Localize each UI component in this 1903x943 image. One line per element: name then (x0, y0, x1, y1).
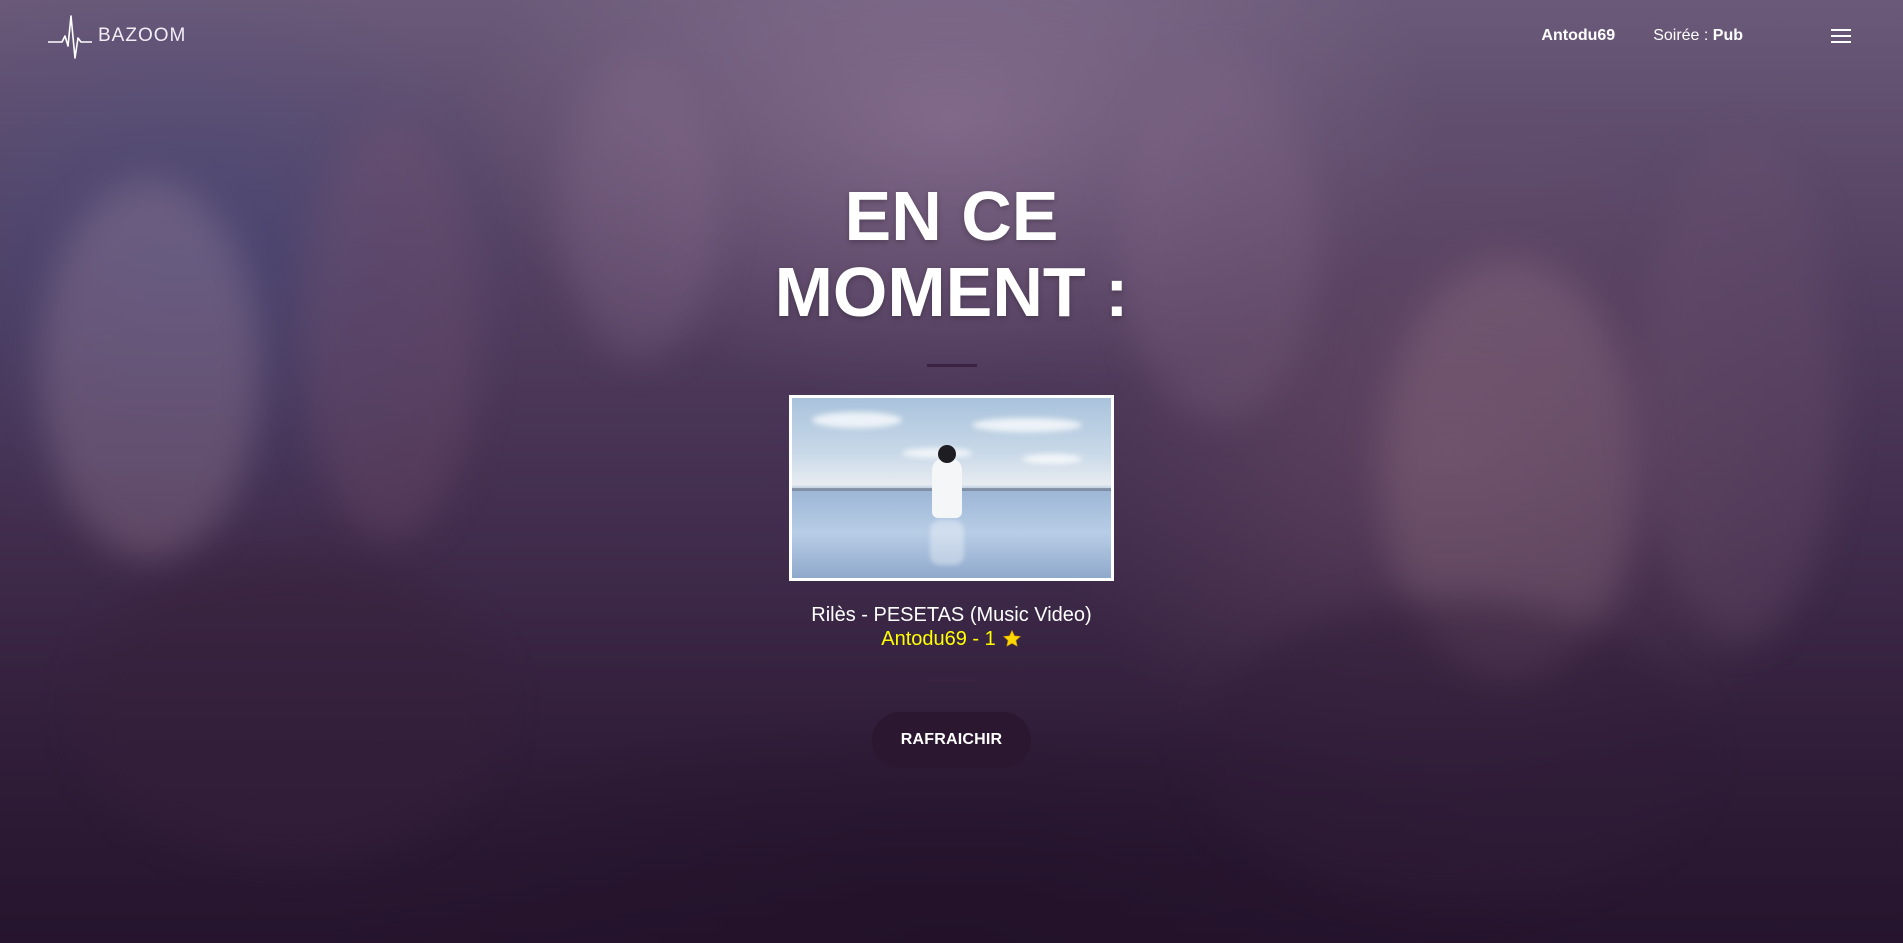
heartbeat-pulse-icon (48, 12, 92, 60)
nav-soiree: Soirée : Pub (1653, 27, 1743, 45)
soiree-value: Pub (1712, 27, 1743, 44)
now-playing-section: EN CE MOMENT : Rilès - PESETAS (Music Vi… (0, 178, 1903, 768)
page-title: EN CE MOMENT : (774, 177, 1129, 331)
submitter-votes: Antodu69 - 1 (881, 628, 996, 650)
brand-name: BAZOOM (98, 25, 187, 46)
star-icon (1002, 629, 1022, 649)
track-submitter: Antodu69 - 1 (881, 627, 1022, 651)
video-thumbnail[interactable] (789, 395, 1114, 581)
divider (926, 679, 977, 682)
brand-logo-link[interactable]: BAZOOM (48, 12, 186, 60)
refresh-button[interactable]: RAFRAICHIR (872, 712, 1031, 768)
soiree-label: Soirée : (1653, 27, 1713, 44)
hamburger-menu-icon[interactable] (1831, 29, 1851, 43)
track-title: Rilès - PESETAS (Music Video) (811, 604, 1092, 626)
divider (926, 364, 977, 367)
nav-right-group: Antodu69 Soirée : Pub (1541, 27, 1855, 45)
top-navbar: BAZOOM Antodu69 Soirée : Pub (0, 0, 1903, 72)
nav-username-link[interactable]: Antodu69 (1541, 27, 1615, 45)
